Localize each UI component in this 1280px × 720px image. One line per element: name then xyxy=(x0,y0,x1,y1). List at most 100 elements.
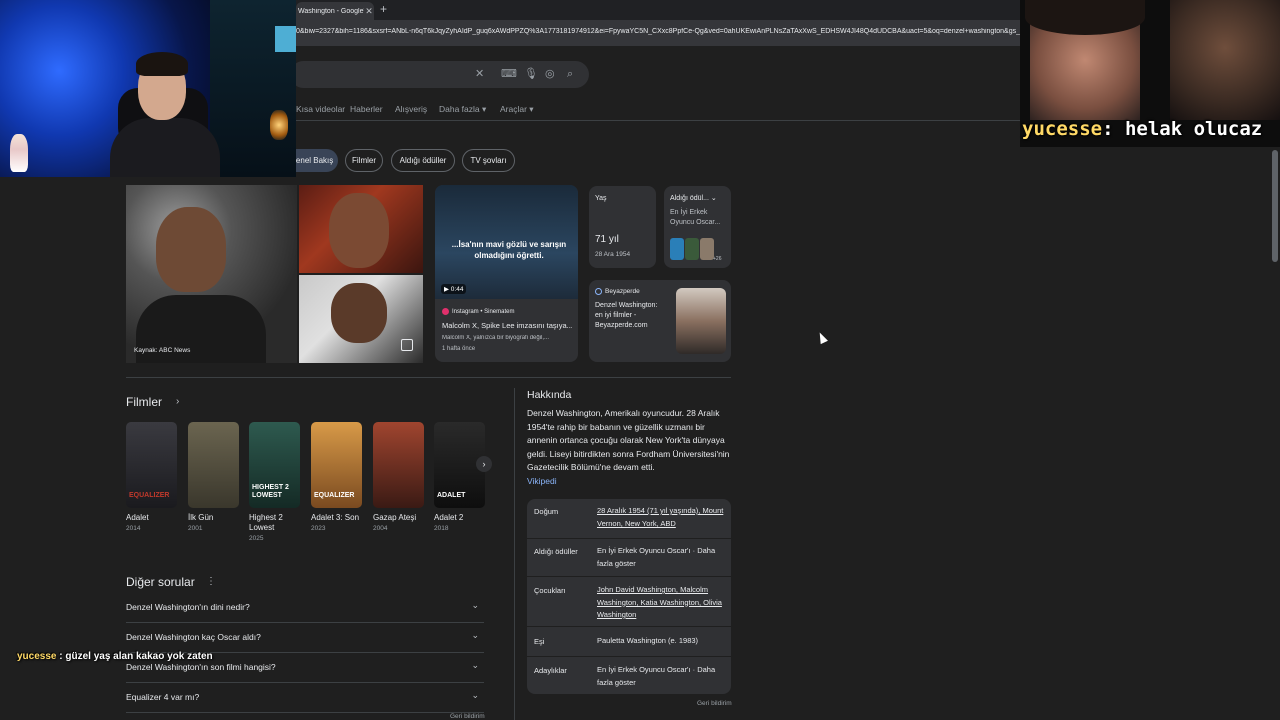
film-title[interactable]: Highest 2 Lowest xyxy=(249,513,299,533)
guest-headphones xyxy=(1025,0,1145,35)
video-source: Instagram • Sinematem xyxy=(442,308,514,315)
tab-short-videos[interactable]: Kısa videolar xyxy=(296,104,345,114)
wikipedia-link[interactable]: Vikipedi xyxy=(527,476,557,486)
new-tab-button[interactable]: + xyxy=(380,2,387,16)
chevron-right-icon[interactable]: › xyxy=(176,396,179,407)
film-title[interactable]: Adalet 3: Son xyxy=(311,513,371,523)
awards-count: +26 xyxy=(713,256,722,262)
poster-title: ADALET xyxy=(437,492,466,499)
chip-awards[interactable]: Aldığı ödüller xyxy=(391,149,455,172)
film-year: 2018 xyxy=(434,525,449,532)
film-poster[interactable]: EQUALIZER xyxy=(311,422,362,508)
video-title[interactable]: Malcolm X, Spike Lee imzasını taşıya... xyxy=(442,321,572,330)
about-title: Hakkında xyxy=(527,389,572,401)
chevron-down-icon[interactable]: ⌄ xyxy=(471,600,479,611)
poster-title: HIGHEST 2 LOWEST xyxy=(252,484,289,499)
fact-value[interactable]: Pauletta Washington (e. 1983) xyxy=(597,635,725,648)
fact-row: Adaylıklar En İyi Erkek Oyuncu Oscar'ı ·… xyxy=(527,657,731,694)
age-value: 71 yıl xyxy=(595,234,619,245)
chip-films[interactable]: Filmler xyxy=(345,149,383,172)
age-card[interactable]: Yaş 71 yıl 28 Ara 1954 xyxy=(589,186,656,268)
site-icon xyxy=(595,288,602,295)
beyazperde-text[interactable]: Denzel Washington: en iyi filmler - Beya… xyxy=(595,301,667,331)
fact-key: Doğum xyxy=(534,507,559,516)
photo-thumbnail[interactable] xyxy=(299,185,423,273)
fact-key: Aldığı ödüller xyxy=(534,547,578,556)
search-icon[interactable]: ⌕ xyxy=(567,67,573,81)
main-photo[interactable]: Kaynak: ABC News xyxy=(126,185,297,363)
feedback-link[interactable]: Geri bildirim xyxy=(450,713,485,720)
section-divider xyxy=(126,377,731,378)
poster-title: EQUALIZER xyxy=(129,492,170,499)
tab-news[interactable]: Haberler xyxy=(350,104,383,114)
film-title[interactable]: Adalet 2 xyxy=(434,513,494,523)
mic-icon[interactable]: 🎙 xyxy=(524,67,538,81)
clear-icon[interactable]: ✕ xyxy=(475,67,484,81)
chip-tv-shows[interactable]: TV şovları xyxy=(462,149,515,172)
scrollbar[interactable] xyxy=(1272,150,1278,262)
column-divider xyxy=(514,388,515,720)
chat-username: yucesse xyxy=(17,651,57,662)
browser-tab[interactable]: Washington - Google'da ✕ xyxy=(296,2,374,20)
video-description: Malcolm X, yalnızca bir biyografi değil,… xyxy=(442,335,550,341)
film-poster[interactable] xyxy=(373,422,424,508)
film-poster[interactable]: HIGHEST 2 LOWEST xyxy=(249,422,300,508)
video-card[interactable]: ...İsa'nın mavi gözlü ve sarışın olmadığ… xyxy=(435,185,578,362)
guest-face xyxy=(1170,0,1280,120)
feedback-link[interactable]: Geri bildirim xyxy=(697,700,732,707)
video-duration: ▶ 0:44 xyxy=(441,284,467,294)
expand-image-icon[interactable] xyxy=(401,339,413,351)
fact-value[interactable]: 28 Aralık 1954 (71 yıl yaşında), Mount V… xyxy=(597,505,725,530)
birth-date: 28 Ara 1954 xyxy=(595,251,631,258)
beyazperde-source: Beyazperde xyxy=(595,288,640,295)
chevron-down-icon[interactable]: ⌄ xyxy=(471,660,479,671)
film-title[interactable]: İlk Gün xyxy=(188,513,248,523)
more-options-icon[interactable]: ⋮ xyxy=(206,576,216,587)
film-poster[interactable] xyxy=(188,422,239,508)
films-title[interactable]: Filmler xyxy=(126,395,162,409)
chevron-down-icon[interactable]: ⌄ xyxy=(471,690,479,701)
film-poster[interactable]: EQUALIZER xyxy=(126,422,177,508)
anime-sticker xyxy=(10,134,28,172)
award-thumbnail xyxy=(670,238,684,260)
film-title[interactable]: Adalet xyxy=(126,513,186,523)
tab-tools[interactable]: Araçlar ▾ xyxy=(500,104,534,115)
chat-message: : güzel yaş alan kakao yok zaten xyxy=(56,651,213,662)
poster-title: EQUALIZER xyxy=(314,492,355,499)
next-arrow-icon[interactable]: › xyxy=(476,456,492,472)
photo-thumbnail[interactable] xyxy=(299,275,423,363)
tab-title: Washington - Google'da xyxy=(298,7,364,15)
film-title[interactable]: Gazap Ateşi xyxy=(373,513,433,523)
monitor-glow xyxy=(275,26,296,52)
streamer-body xyxy=(110,118,220,177)
facts-panel: Doğum 28 Aralık 1954 (71 yıl yaşında), M… xyxy=(527,499,731,694)
tab-more[interactable]: Daha fazla ▾ xyxy=(439,104,486,115)
video-source-label: Instagram • Sinematem xyxy=(452,308,515,315)
instagram-icon xyxy=(442,308,449,315)
fact-value[interactable]: John David Washington, Malcolm Washingto… xyxy=(597,584,725,622)
tab-close-icon[interactable]: ✕ xyxy=(364,6,374,17)
awards-card[interactable]: Aldığı ödül... ⌄ En İyi Erkek Oyuncu Osc… xyxy=(664,186,731,268)
chevron-down-icon[interactable]: ⌄ xyxy=(471,630,479,641)
fact-value[interactable]: En İyi Erkek Oyuncu Oscar'ı · Daha fazla… xyxy=(597,545,725,570)
award-thumbnail xyxy=(700,238,714,260)
streamer-hair xyxy=(136,52,188,76)
chat-message: : helak olucaz xyxy=(1102,118,1263,140)
other-questions-title: Diğer sorular xyxy=(126,575,195,589)
keyboard-icon[interactable]: ⌨ xyxy=(501,67,517,81)
question-row[interactable]: Equalizer 4 var mı? ⌄ xyxy=(126,683,484,713)
fact-value[interactable]: En İyi Erkek Oyuncu Oscar'ı · Daha fazla… xyxy=(597,664,725,689)
awards-sub: En İyi Erkek Oyuncu Oscar... xyxy=(670,209,721,226)
search-input[interactable]: ✕ ⌨ 🎙 ◎ ⌕ xyxy=(290,61,589,88)
lens-icon[interactable]: ◎ xyxy=(545,67,555,81)
tab-shopping[interactable]: Alışveriş xyxy=(395,104,427,114)
address-bar[interactable]: 0&biw=2327&bih=1186&sxsrf=ANbL-n6qT6kJqy… xyxy=(296,20,1020,46)
chat-line: yucesse : güzel yaş alan kakao yok zaten xyxy=(17,651,213,662)
url-text[interactable]: 0&biw=2327&bih=1186&sxsrf=ANbL-n6qT6kJqy… xyxy=(296,28,1020,35)
lamp xyxy=(270,110,288,140)
question-row[interactable]: Denzel Washington kaç Oscar aldı? ⌄ xyxy=(126,623,484,653)
question-row[interactable]: Denzel Washington'ın dini nedir? ⌄ xyxy=(126,593,484,623)
beyazperde-card[interactable]: Beyazperde Denzel Washington: en iyi fil… xyxy=(589,280,731,362)
question-text: Equalizer 4 var mı? xyxy=(126,692,200,702)
streamer-webcam xyxy=(0,0,296,177)
